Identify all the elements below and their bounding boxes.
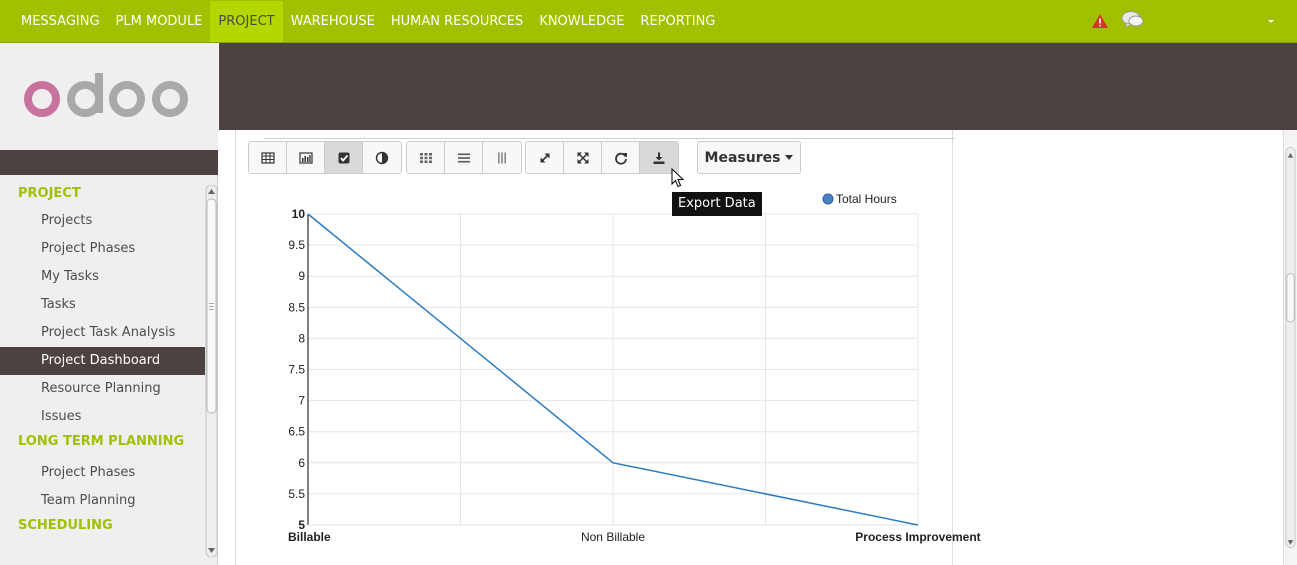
sidebar-item-projects[interactable]: Projects [0, 207, 205, 235]
y-tick-label: 8.5 [288, 300, 305, 314]
y-tick-label: 9 [298, 269, 305, 283]
alert-icon[interactable] [1091, 13, 1109, 29]
legend-label: Total Hours [836, 192, 897, 206]
sidebar-section-long-term-planning[interactable]: LONG TERM PLANNING [0, 431, 205, 459]
x-tick-label: Non Billable [581, 530, 645, 544]
sidebar-item-partial[interactable] [0, 543, 205, 553]
tooltip: Export Data [672, 192, 762, 216]
logo-area [0, 43, 218, 150]
y-tick-label: 6.5 [288, 425, 305, 439]
y-tick-label: 8 [298, 331, 305, 345]
y-tick-label: 6 [298, 456, 305, 470]
sidebar-section-scheduling[interactable]: SCHEDULING [0, 515, 205, 543]
x-tick-label: Process Improvement [855, 530, 980, 544]
mouse-cursor-icon [671, 168, 685, 188]
sidebar-item-resource-planning[interactable]: Resource Planning [0, 375, 205, 403]
top-menu-item-human-resources[interactable]: HUMAN RESOURCES [383, 1, 531, 42]
y-tick-label: 7.5 [288, 363, 305, 377]
main-content: Measures 5 5.5 6 6.5 7 7.5 8 8.5 9 9.5 10 Billable N… [219, 130, 1297, 565]
sidebar-menu: PROJECT Projects Project Phases My Tasks Tas… [0, 183, 205, 553]
top-menu: MESSAGING PLM MODULE PROJECT WAREHOUSE HUMAN… [13, 1, 723, 42]
odoo-logo[interactable] [22, 73, 192, 121]
sidebar-item-project-phases[interactable]: Project Phases [0, 459, 205, 487]
page-scrollbar[interactable] [1283, 130, 1297, 565]
sidebar-item-tasks[interactable]: Tasks [0, 291, 205, 319]
top-menu-bar: MESSAGING PLM MODULE PROJECT WAREHOUSE HUMAN… [0, 0, 1297, 43]
y-tick-label: 9.5 [288, 238, 305, 252]
graph-panel: Measures 5 5.5 6 6.5 7 7.5 8 8.5 9 9.5 10 Billable N… [235, 130, 981, 565]
y-tick-label: 10 [292, 207, 306, 221]
top-menu-item-warehouse[interactable]: WAREHOUSE [283, 1, 383, 42]
top-menu-item-knowledge[interactable]: KNOWLEDGE [531, 1, 632, 42]
top-menu-item-messaging[interactable]: MESSAGING [13, 1, 108, 42]
x-tick-label: Billable [288, 530, 331, 544]
sidebar-strip [0, 150, 218, 175]
line-chart: 55.566.577.588.599.510Billable Non Billab… [288, 192, 981, 544]
y-tick-label: 5.5 [288, 487, 305, 501]
top-menu-item-project[interactable]: PROJECT [210, 1, 283, 42]
sidebar-item-team-planning[interactable]: Team Planning [0, 487, 205, 515]
top-menu-item-reporting[interactable]: REPORTING [632, 1, 723, 42]
legend-swatch [822, 193, 834, 205]
sidebar-item-my-tasks[interactable]: My Tasks [0, 263, 205, 291]
sidebar-item-project-dashboard[interactable]: Project Dashboard [0, 347, 205, 375]
top-menu-item-plm-module[interactable]: PLM MODULE [108, 1, 211, 42]
view-header [219, 43, 1297, 130]
sidebar-section-project[interactable]: PROJECT [0, 183, 205, 207]
sidebar: PROJECT Projects Project Phases My Tasks Tas… [0, 43, 218, 565]
y-tick-label: 7 [298, 394, 305, 408]
chat-icon[interactable] [1121, 10, 1145, 30]
caret-down-icon[interactable] [1266, 16, 1276, 26]
sidebar-item-project-task-analysis[interactable]: Project Task Analysis [0, 319, 205, 347]
sidebar-item-project-phases[interactable]: Project Phases [0, 235, 205, 263]
sidebar-item-issues[interactable]: Issues [0, 403, 205, 431]
sidebar-scrollbar[interactable] [205, 185, 218, 557]
